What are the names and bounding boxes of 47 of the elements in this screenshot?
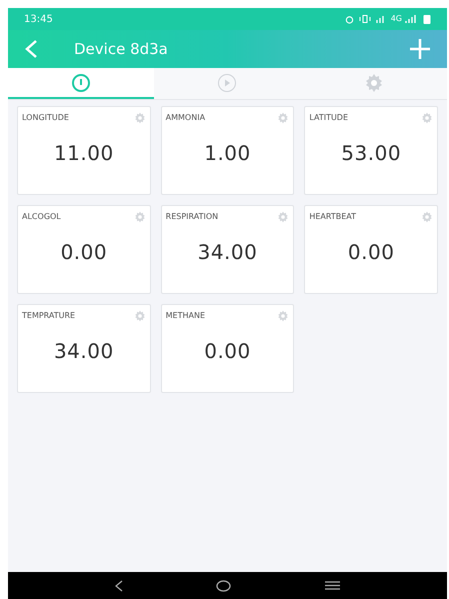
widget-value: 53.00	[341, 140, 402, 167]
gear-icon[interactable]	[277, 112, 290, 124]
widget-card[interactable]: METHANE 0.00	[160, 304, 294, 393]
gear-icon	[364, 72, 384, 92]
clock: 13:45	[24, 12, 53, 26]
widget-value: 0.00	[348, 239, 394, 266]
gear-icon[interactable]	[134, 310, 146, 322]
gear-icon[interactable]	[421, 112, 433, 124]
widget-label: LONGITUDE	[22, 112, 69, 124]
gear-icon[interactable]	[421, 211, 433, 223]
widget-label: HEARTBEAT	[309, 211, 356, 223]
back-icon[interactable]	[114, 580, 123, 592]
menu-icon[interactable]	[325, 581, 340, 590]
gear-icon[interactable]	[134, 211, 146, 223]
tab[interactable]	[300, 68, 447, 99]
widget-value: 1.00	[204, 140, 251, 167]
widget-label: RESPIRATION	[166, 211, 218, 223]
signal-bars-icon	[405, 15, 417, 23]
widget-value: 0.00	[60, 239, 108, 266]
screen-title: Device 8d3a	[74, 38, 168, 60]
tab[interactable]	[154, 68, 301, 99]
add-button[interactable]	[409, 38, 431, 60]
gear-icon[interactable]	[277, 310, 290, 322]
gear-icon[interactable]	[134, 112, 146, 124]
widget-card[interactable]: LONGITUDE 11.00	[17, 106, 151, 195]
home-icon[interactable]	[216, 580, 232, 592]
widget-label: TEMPRATURE	[22, 310, 76, 322]
widget-value: 34.00	[54, 338, 114, 365]
gear-icon[interactable]	[277, 211, 290, 223]
widget-label: LATITUDE	[309, 112, 348, 124]
signal-icon	[376, 15, 386, 23]
widget-card[interactable]: HEARTBEAT 0.00	[304, 205, 438, 294]
widget-value: 0.00	[204, 338, 251, 365]
network-label: 4G	[390, 13, 402, 25]
widget-card[interactable]: AMMONIA 1.00	[160, 106, 294, 195]
widget-card[interactable]: RESPIRATION 34.00	[160, 205, 294, 294]
widget-card[interactable]: TEMPRATURE 34.00	[17, 304, 151, 393]
widget-label: AMMONIA	[166, 112, 206, 124]
widget-card[interactable]: ALCOGOL 0.00	[17, 205, 151, 294]
widget-label: ALCOGOL	[22, 211, 61, 223]
widget-card[interactable]: LATITUDE 53.00	[304, 106, 438, 195]
widget-label: METHANE	[166, 310, 206, 322]
widget-value: 11.00	[54, 140, 114, 167]
vibrate-icon	[358, 15, 371, 23]
battery-icon	[423, 14, 431, 24]
widget-value: 34.00	[198, 239, 258, 266]
play-icon	[217, 72, 238, 92]
